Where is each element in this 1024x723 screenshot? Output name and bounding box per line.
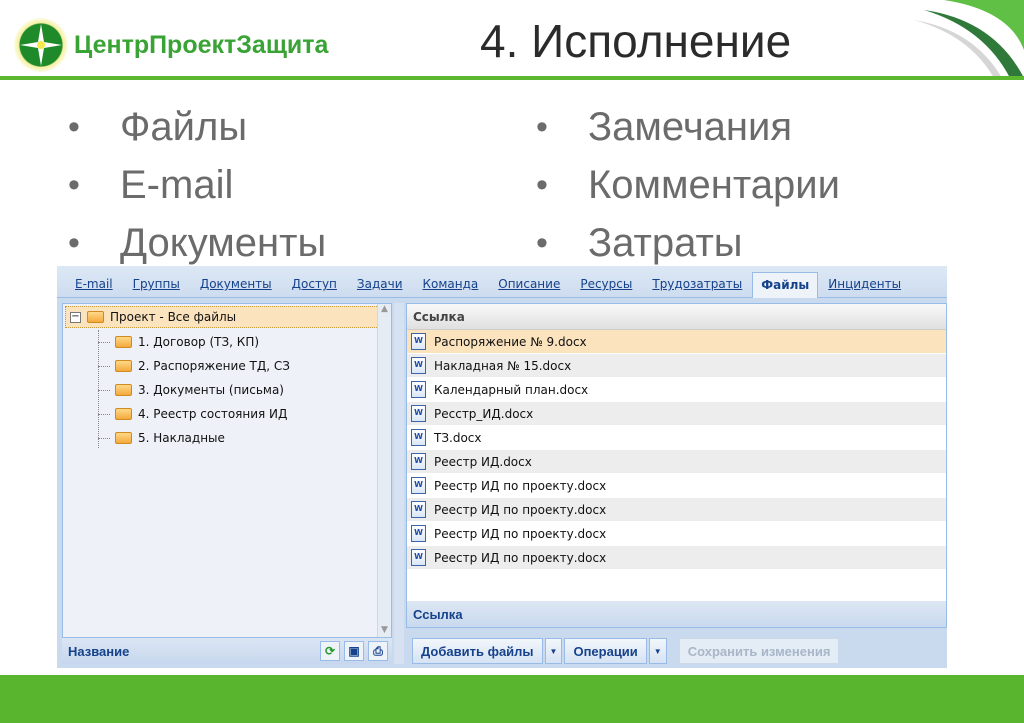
- bullet-list-left: • Файлы • E-mail • Документы: [68, 98, 326, 272]
- folder-tree: − Проект - Все файлы 1. Договор (ТЗ, КП)…: [62, 303, 392, 638]
- word-doc-icon: W: [411, 381, 426, 398]
- tree-item[interactable]: 3. Документы (письма): [63, 378, 391, 402]
- grid-header[interactable]: Ссылка: [407, 304, 946, 330]
- tree-item[interactable]: 5. Накладные: [63, 426, 391, 450]
- tab-tasks[interactable]: Задачи: [347, 277, 413, 297]
- files-grid: Ссылка W Распоряжение № 9.docx W Накладная …: [406, 303, 947, 628]
- tab-groups[interactable]: Группы: [123, 277, 190, 297]
- tab-email[interactable]: E-mail: [65, 277, 123, 297]
- word-doc-icon: W: [411, 357, 426, 374]
- file-name: Реестр ИД по проекту.docx: [434, 550, 607, 565]
- file-name: Накладная № 15.docx: [434, 358, 572, 373]
- file-row[interactable]: W Распоряжение № 9.docx: [407, 330, 946, 354]
- tab-team[interactable]: Команда: [413, 277, 489, 297]
- tab-incidents[interactable]: Инциденты: [818, 277, 911, 297]
- word-doc-icon: W: [411, 405, 426, 422]
- folder-icon: [115, 336, 132, 348]
- file-name: Реестр ИД по проекту.docx: [434, 526, 607, 541]
- folder-icon: [115, 384, 132, 396]
- left-footer: Название ⟳ ▣ ⎙: [62, 638, 392, 664]
- file-row[interactable]: W Реестр ИД по проекту.docx: [407, 498, 946, 522]
- grid-footer: Ссылка: [407, 601, 946, 627]
- file-name: Календарный план.docx: [434, 382, 589, 397]
- file-name: ТЗ.docx: [434, 430, 482, 445]
- file-name: Реестр ИД по проекту.docx: [434, 502, 607, 517]
- operations-button[interactable]: Операции: [564, 638, 647, 664]
- divider: [0, 76, 1024, 80]
- tab-bar: E-mail Группы Документы Доступ Задачи Ко…: [57, 266, 947, 298]
- file-name: Распоряжение № 9.docx: [434, 334, 587, 349]
- bullet-list-right: • Замечания • Комментарии • Затраты: [536, 98, 840, 272]
- save-changes-button[interactable]: Сохранить изменения: [678, 638, 840, 664]
- tree-item[interactable]: 1. Договор (ТЗ, КП): [63, 330, 391, 354]
- app-screenshot: E-mail Группы Документы Доступ Задачи Ко…: [57, 266, 947, 668]
- folder-icon: [87, 311, 104, 323]
- compass-star-icon: [14, 18, 68, 72]
- scroll-down-icon: ▼: [381, 625, 388, 635]
- operations-dropdown-icon[interactable]: ▼: [648, 638, 667, 664]
- file-name: Реестр ИД.docx: [434, 454, 532, 469]
- word-doc-icon: W: [411, 525, 426, 542]
- tab-resources[interactable]: Ресурсы: [570, 277, 642, 297]
- bullet-item: • E-mail: [68, 162, 234, 207]
- add-files-dropdown-icon[interactable]: ▼: [544, 638, 563, 664]
- word-doc-icon: W: [411, 549, 426, 566]
- file-row[interactable]: W Ресстр_ИД.docx: [407, 402, 946, 426]
- toolbar: Добавить файлы ▼ Операции ▼ Сохранить из…: [412, 638, 840, 664]
- file-name: Ресстр_ИД.docx: [434, 406, 534, 421]
- slide-title: 4. Исполнение: [480, 15, 792, 67]
- bullet-item: • Замечания: [536, 104, 793, 149]
- splitter[interactable]: [394, 303, 404, 664]
- folder-icon: [115, 432, 132, 444]
- tab-documents[interactable]: Документы: [190, 277, 282, 297]
- file-row[interactable]: W Реестр ИД по проекту.docx: [407, 522, 946, 546]
- decorative-swoosh: [914, 0, 1024, 78]
- scroll-up-icon: ▲: [381, 304, 388, 314]
- file-row[interactable]: W Реестр ИД по проекту.docx: [407, 474, 946, 498]
- bullet-item: • Затраты: [536, 220, 743, 265]
- bullet-item: • Файлы: [68, 104, 248, 149]
- file-row[interactable]: W Реестр ИД по проекту.docx: [407, 546, 946, 570]
- tab-labor[interactable]: Трудозатраты: [642, 277, 752, 297]
- print-icon[interactable]: ⎙: [368, 641, 388, 661]
- bullet-item: • Документы: [68, 220, 327, 265]
- file-name: Реестр ИД по проекту.docx: [434, 478, 607, 493]
- word-doc-icon: W: [411, 477, 426, 494]
- tree-root[interactable]: − Проект - Все файлы: [65, 306, 389, 328]
- folder-icon: [115, 408, 132, 420]
- tree-item[interactable]: 4. Реестр состояния ИД: [63, 402, 391, 426]
- add-files-button[interactable]: Добавить файлы: [412, 638, 543, 664]
- file-row[interactable]: W Реестр ИД.docx: [407, 450, 946, 474]
- tab-access[interactable]: Доступ: [282, 277, 347, 297]
- file-row[interactable]: W ТЗ.docx: [407, 426, 946, 450]
- company-logo: ЦентрПроектЗащита: [14, 18, 328, 72]
- word-doc-icon: W: [411, 453, 426, 470]
- word-doc-icon: W: [411, 333, 426, 350]
- word-doc-icon: W: [411, 429, 426, 446]
- file-row[interactable]: W Накладная № 15.docx: [407, 354, 946, 378]
- word-doc-icon: W: [411, 501, 426, 518]
- file-row[interactable]: W Календарный план.docx: [407, 378, 946, 402]
- save-icon[interactable]: ▣: [344, 641, 364, 661]
- folder-icon: [115, 360, 132, 372]
- tree-scrollbar[interactable]: ▲ ▼: [377, 304, 391, 637]
- logo-text: ЦентрПроектЗащита: [74, 30, 329, 59]
- footer-band: [0, 675, 1024, 723]
- tab-files[interactable]: Файлы: [752, 272, 819, 298]
- tab-description[interactable]: Описание: [488, 277, 570, 297]
- tree-item[interactable]: 2. Распоряжение ТД, СЗ: [63, 354, 391, 378]
- collapse-icon[interactable]: −: [70, 311, 81, 323]
- refresh-icon[interactable]: ⟳: [320, 641, 340, 661]
- bullet-item: • Комментарии: [536, 162, 840, 207]
